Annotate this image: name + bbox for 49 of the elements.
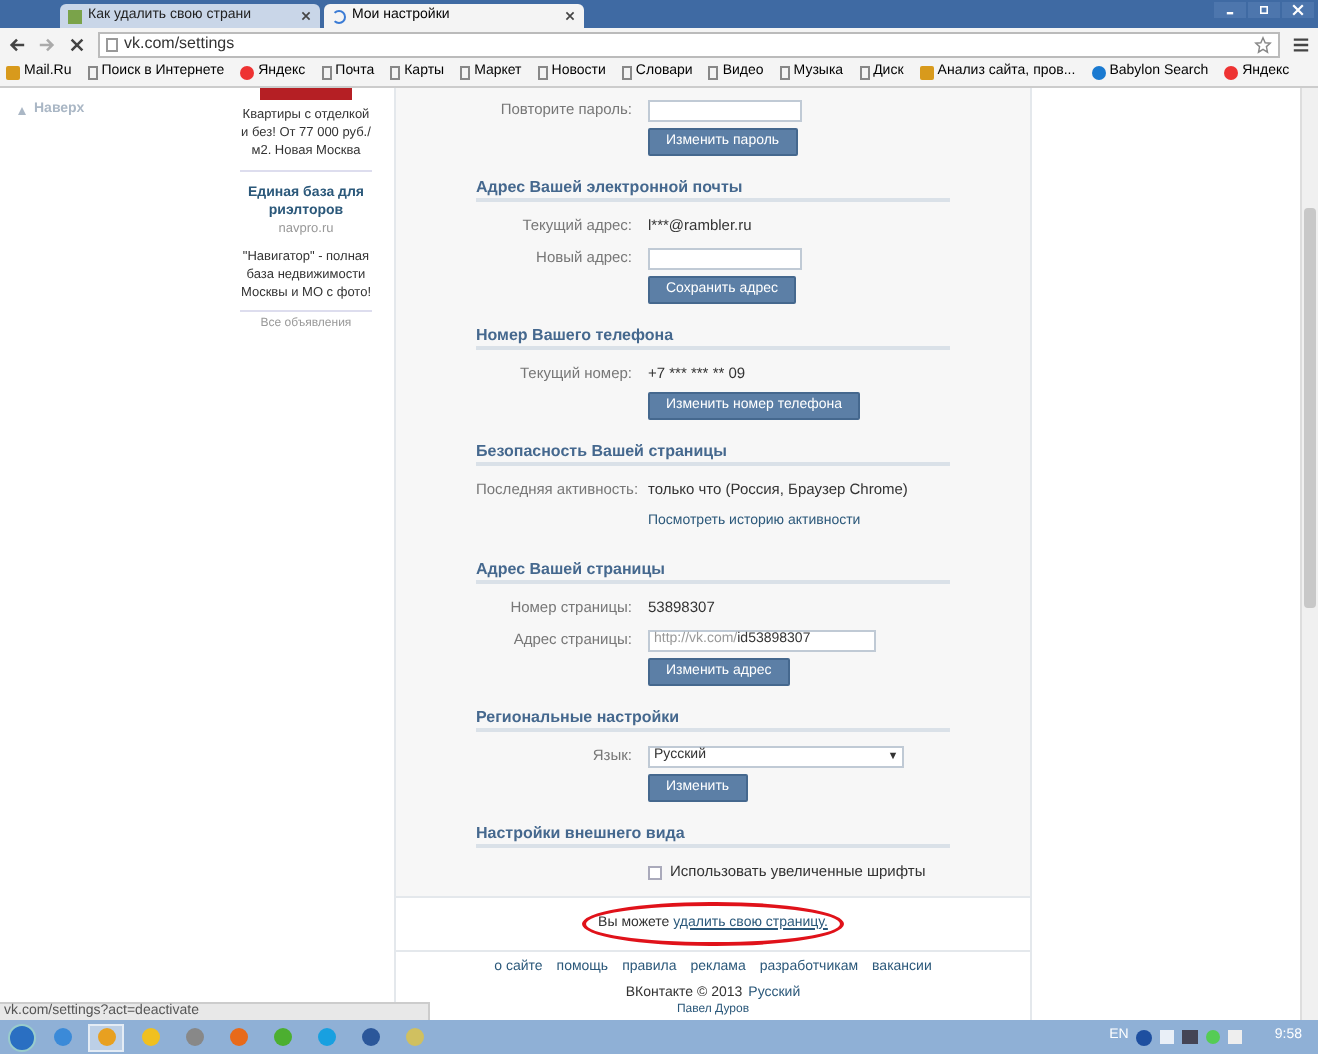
site-favicon-icon [919, 66, 934, 80]
section-title: Настройки внешнего вида [476, 822, 950, 848]
scrollbar-thumb[interactable] [1304, 208, 1316, 608]
address-bar[interactable]: vk.com/settings [98, 31, 1280, 57]
page-icon [460, 66, 471, 80]
app-icon [97, 1028, 115, 1046]
page-icon [87, 66, 98, 80]
section-title: Номер Вашего телефона [476, 324, 950, 350]
caret-icon [888, 752, 898, 760]
app-icon [361, 1028, 379, 1046]
stop-icon[interactable] [68, 35, 86, 53]
close-icon[interactable] [1282, 2, 1314, 18]
app-icon [317, 1028, 335, 1046]
section-title: Адрес Вашей страницы [476, 558, 950, 584]
page-icon [708, 66, 719, 80]
page-icon [106, 37, 118, 51]
section-title: Безопасность Вашей страницы [476, 440, 950, 466]
input-field[interactable] [648, 99, 802, 121]
page-icon [779, 66, 790, 80]
page-icon [390, 66, 401, 80]
restore-icon[interactable] [1248, 2, 1280, 18]
page-icon [621, 66, 632, 80]
close-icon[interactable] [564, 10, 576, 22]
app-icon [185, 1028, 203, 1046]
section-title: Региональные настройки [476, 706, 950, 732]
checkbox[interactable] [648, 865, 662, 879]
app-icon [405, 1028, 423, 1046]
section-title: Адрес Вашей электронной почты [476, 176, 950, 202]
site-favicon-icon [6, 66, 20, 80]
app-icon [273, 1028, 291, 1046]
back-arrow-icon[interactable] [8, 35, 26, 53]
app-icon [53, 1028, 71, 1046]
ad-banner-image [260, 88, 352, 100]
page-icon [321, 66, 332, 80]
input-field[interactable] [648, 247, 802, 269]
close-icon[interactable] [300, 10, 312, 22]
app-icon [229, 1028, 247, 1046]
page-icon [859, 66, 870, 80]
tray-app-icon[interactable] [1206, 1030, 1221, 1044]
page-icon [537, 66, 548, 80]
app-icon [141, 1028, 159, 1046]
minimize-icon[interactable] [1214, 2, 1246, 18]
menu-icon[interactable] [1292, 35, 1310, 53]
forward-arrow-icon[interactable] [38, 35, 56, 53]
address-text: vk.com/settings [124, 32, 235, 56]
taskbar-app[interactable] [88, 1023, 124, 1051]
up-triangle-icon [16, 105, 28, 116]
start-button[interactable] [8, 1023, 36, 1051]
star-icon[interactable] [1254, 35, 1272, 53]
